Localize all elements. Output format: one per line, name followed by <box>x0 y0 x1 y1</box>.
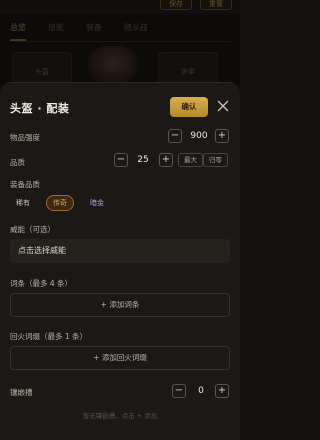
affixes-label: 词条（最多 4 条） <box>10 279 73 288</box>
rarity-option-legendary[interactable]: 传奇 <box>46 195 74 211</box>
tempered-affix-label: 回火词缀（最多 1 条） <box>10 332 88 341</box>
sockets-plus-button[interactable]: + <box>215 384 229 398</box>
quality-max-button[interactable]: 最大 <box>178 153 203 167</box>
sockets-label: 镶嵌槽 <box>10 388 33 397</box>
item-strength-minus-button[interactable]: − <box>168 129 182 143</box>
sockets-empty-hint: 暂无镶嵌槽，点击 + 添加 <box>82 412 158 420</box>
item-strength-plus-button[interactable]: + <box>215 129 229 143</box>
sockets-value: 0 <box>198 386 204 396</box>
sockets-minus-button[interactable]: − <box>172 384 186 398</box>
close-icon[interactable] <box>216 99 230 113</box>
quality-minus-button[interactable]: − <box>114 153 128 167</box>
select-power-button[interactable]: 点击选择威能 <box>10 239 230 263</box>
rarity-option-rare[interactable]: 稀有 <box>10 195 36 211</box>
rarity-option-unique[interactable]: 暗金 <box>84 195 110 211</box>
quality-label: 品质 <box>10 158 25 167</box>
item-strength-value[interactable]: 900 <box>186 131 212 141</box>
sheet-header: 头盔 · 配装 确认 <box>10 97 232 119</box>
power-label: 威能（可选） <box>10 225 55 234</box>
quality-value[interactable]: 25 <box>132 155 154 165</box>
sheet-title: 头盔 · 配装 <box>10 102 70 115</box>
confirm-button[interactable]: 确认 <box>170 97 208 117</box>
quality-reset-button[interactable]: 归零 <box>203 153 228 167</box>
add-tempered-affix-button[interactable]: + 添加回火词缀 <box>10 346 230 370</box>
gear-config-sheet: 头盔 · 配装 确认 物品强度 − 900 + 品质 − 25 + 最大 归零 … <box>0 82 240 440</box>
item-strength-label: 物品强度 <box>10 133 40 142</box>
rarity-label: 装备品质 <box>10 180 40 189</box>
add-affix-button[interactable]: + 添加词条 <box>10 293 230 317</box>
quality-plus-button[interactable]: + <box>159 153 173 167</box>
